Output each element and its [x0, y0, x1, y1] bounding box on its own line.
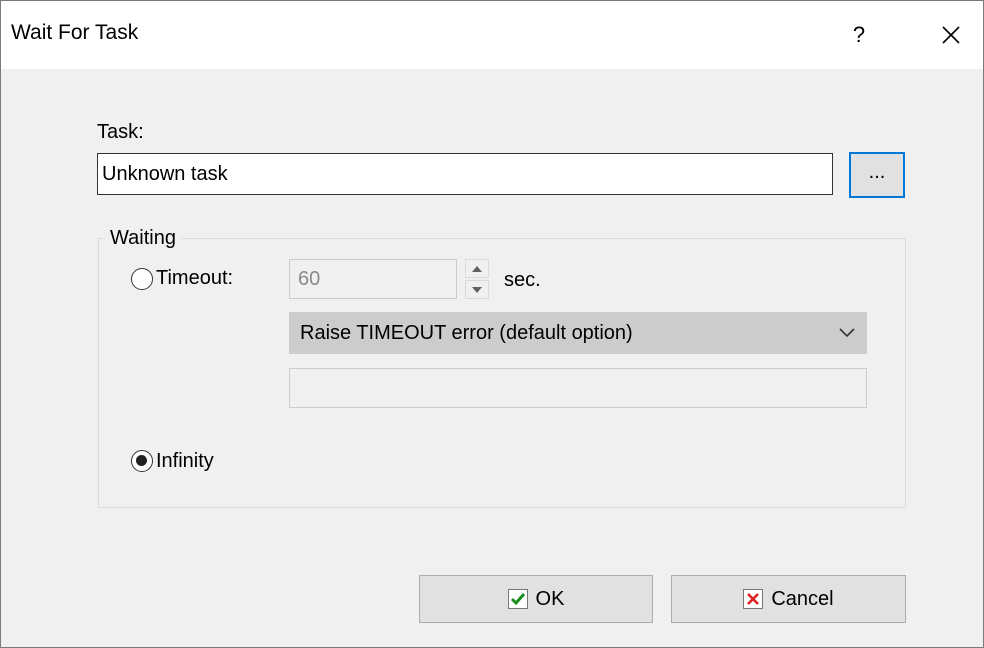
timeout-action-select[interactable]: Raise TIMEOUT error (default option) [289, 312, 867, 354]
spin-up-button[interactable] [465, 259, 489, 278]
help-button[interactable]: ? [829, 11, 889, 59]
ok-button-label: OK [535, 587, 565, 610]
infinity-radio[interactable] [131, 450, 153, 472]
cancel-x-icon [743, 589, 764, 609]
spin-down-button[interactable] [465, 280, 489, 299]
cancel-button-label: Cancel [771, 587, 834, 610]
browse-button-label: ... [868, 160, 886, 183]
timeout-input[interactable] [289, 259, 457, 299]
title-bar: Wait For Task ? [1, 1, 983, 69]
ok-button[interactable]: OK [419, 575, 653, 623]
timeout-label[interactable]: Timeout: [156, 267, 233, 290]
chevron-down-icon [472, 286, 482, 293]
waiting-group-label: Waiting [105, 227, 181, 250]
chevron-up-icon [472, 265, 482, 272]
task-label: Task: [97, 121, 144, 143]
close-icon [942, 26, 960, 44]
close-button[interactable] [921, 11, 981, 59]
dialog-title: Wait For Task [11, 21, 139, 44]
timeout-unit-label: sec. [504, 269, 541, 291]
dialog-window: Wait For Task ? Task: ... Waiting Timeou… [0, 0, 984, 648]
timeout-extra-input[interactable] [289, 368, 867, 408]
timeout-action-value: Raise TIMEOUT error (default option) [300, 322, 633, 344]
timeout-radio[interactable] [131, 268, 153, 290]
help-icon: ? [852, 22, 866, 47]
timeout-spinner [465, 259, 489, 299]
task-input[interactable] [97, 153, 833, 195]
infinity-label[interactable]: Infinity [156, 450, 214, 473]
check-icon [507, 589, 528, 609]
browse-task-button[interactable]: ... [849, 152, 905, 198]
radio-selected-dot [136, 455, 147, 466]
chevron-down-icon [839, 328, 855, 338]
cancel-button[interactable]: Cancel [671, 575, 906, 623]
